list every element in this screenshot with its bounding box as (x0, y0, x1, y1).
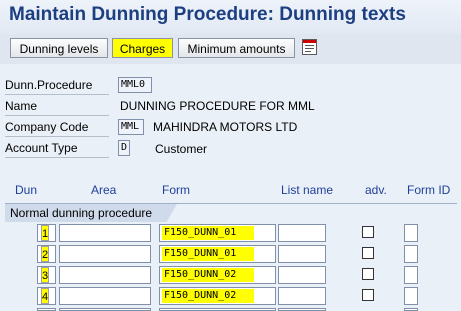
name-value: DUNNING PROCEDURE FOR MML (120, 99, 315, 113)
company-code-field[interactable]: MML (118, 119, 144, 135)
form-value: F150_DUNN_01 (162, 247, 254, 261)
account-type-text: Customer (155, 142, 208, 156)
overview-list-icon[interactable] (302, 39, 317, 55)
company-name: MAHINDRA MOTORS LTD (153, 120, 298, 134)
dun-cell[interactable]: 1 (37, 224, 56, 242)
dun-cell[interactable]: 3 (37, 266, 56, 284)
column-header-dun[interactable]: Dun (15, 183, 37, 197)
form-id-cell[interactable] (404, 266, 418, 284)
area-cell[interactable] (59, 287, 151, 305)
adv-checkbox[interactable] (362, 247, 374, 259)
dun-level: 4 (41, 288, 49, 304)
column-header-form[interactable]: Form (162, 183, 190, 197)
dun-cell[interactable]: 2 (37, 245, 56, 263)
adv-checkbox[interactable] (362, 268, 374, 280)
group-label: Normal dunning procedure (5, 204, 177, 222)
list-name-cell[interactable] (278, 224, 326, 242)
account-type-label: Account Type (5, 140, 109, 158)
area-cell[interactable] (59, 266, 151, 284)
dun-cell[interactable]: 4 (37, 287, 56, 305)
dunn-procedure-label: Dunn.Procedure (5, 77, 109, 95)
title-bar: Maintain Dunning Procedure: Dunning text… (0, 0, 461, 35)
column-header-area[interactable]: Area (91, 183, 116, 197)
form-id-cell[interactable] (404, 224, 418, 242)
form-value: F150_DUNN_02 (162, 289, 254, 303)
dun-level: 3 (41, 267, 49, 283)
form-cell[interactable]: F150_DUNN_01 (159, 224, 276, 242)
form-cell[interactable]: F150_DUNN_02 (159, 266, 276, 284)
account-type-field[interactable]: D (118, 140, 130, 156)
list-name-cell[interactable] (278, 287, 326, 305)
column-header-form-id[interactable]: Form ID (407, 183, 450, 197)
list-name-cell[interactable] (278, 266, 326, 284)
page-title: Maintain Dunning Procedure: Dunning text… (9, 4, 406, 25)
dun-level: 2 (41, 246, 49, 262)
dun-level: 1 (41, 225, 49, 241)
form-value: F150_DUNN_01 (162, 226, 254, 240)
charges-button[interactable]: Charges (112, 38, 173, 58)
form-id-cell[interactable] (404, 245, 418, 263)
area-cell[interactable] (59, 245, 151, 263)
adv-checkbox[interactable] (362, 226, 374, 238)
column-header-adv[interactable]: adv. (365, 183, 387, 197)
company-code-label: Company Code (5, 119, 109, 137)
form-value: F150_DUNN_02 (162, 268, 254, 282)
dunning-levels-button[interactable]: Dunning levels (10, 38, 108, 58)
minimum-amounts-button[interactable]: Minimum amounts (178, 38, 295, 58)
area-cell[interactable] (59, 224, 151, 242)
column-header-list-name[interactable]: List name (281, 183, 333, 197)
list-name-cell[interactable] (278, 245, 326, 263)
adv-checkbox[interactable] (362, 289, 374, 301)
application-toolbar: Dunning levels Charges Minimum amounts (0, 34, 461, 64)
form-id-cell[interactable] (404, 287, 418, 305)
form-cell[interactable]: F150_DUNN_01 (159, 245, 276, 263)
name-label: Name (5, 98, 109, 116)
group-header: Normal dunning procedure (5, 203, 457, 222)
form-cell[interactable]: F150_DUNN_02 (159, 287, 276, 305)
dunn-procedure-field[interactable]: MML0 (118, 77, 152, 93)
